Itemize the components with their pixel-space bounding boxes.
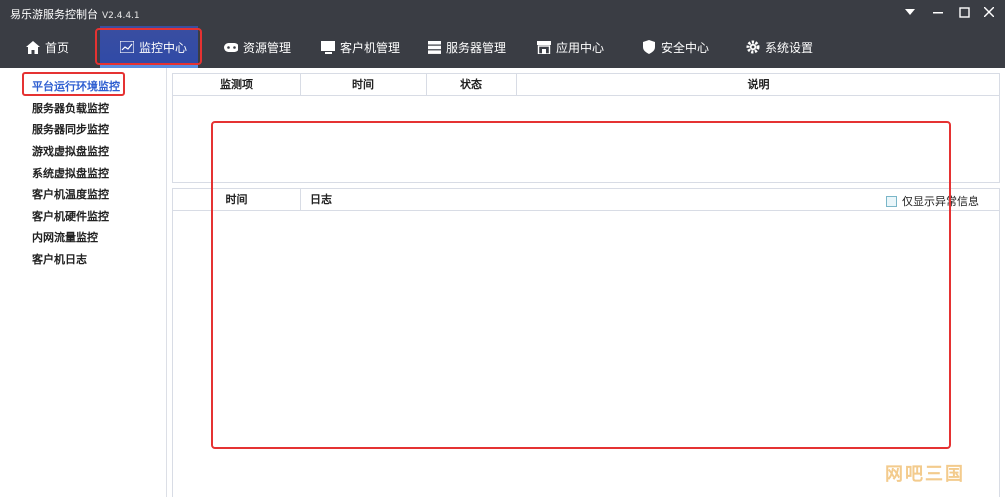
col-time[interactable]: 时间	[300, 74, 426, 96]
tab-clients[interactable]: 客户机管理	[321, 26, 400, 68]
tab-security[interactable]: 安全中心	[642, 26, 709, 68]
col-description[interactable]: 说明	[516, 74, 1001, 96]
sidebar-item-server-load[interactable]: 服务器负载监控	[32, 100, 109, 116]
tab-apps-label: 应用中心	[556, 40, 605, 55]
highlight-box-content	[211, 121, 951, 449]
home-icon	[26, 40, 40, 54]
dropdown-menu-icon[interactable]	[897, 0, 923, 24]
tab-servers[interactable]: 服务器管理	[427, 26, 506, 68]
sidebar-item-system-vdisk[interactable]: 系统虚拟盘监控	[32, 165, 109, 181]
tab-home-label: 首页	[45, 40, 70, 55]
sidebar-item-client-temp[interactable]: 客户机温度监控	[32, 186, 109, 202]
tab-apps[interactable]: 应用中心	[537, 26, 604, 68]
title-bar: 易乐游服务控制台 V2.4.4.1	[0, 0, 1005, 26]
server-icon	[427, 40, 441, 54]
app-version: V2.4.4.1	[102, 11, 140, 21]
sidebar-item-server-sync[interactable]: 服务器同步监控	[32, 121, 109, 137]
minimize-icon[interactable]	[925, 0, 951, 24]
tab-resources[interactable]: 资源管理	[224, 26, 291, 68]
tab-settings-label: 系统设置	[765, 40, 814, 55]
tab-home[interactable]: 首页	[26, 26, 69, 68]
highlight-box-sidebar	[22, 72, 125, 96]
gear-icon	[746, 40, 760, 54]
shield-icon	[642, 40, 656, 54]
col-status[interactable]: 状态	[426, 74, 516, 96]
tab-settings[interactable]: 系统设置	[746, 26, 813, 68]
tab-servers-label: 服务器管理	[446, 40, 507, 55]
gamepad-icon	[224, 40, 238, 54]
highlight-box-nav	[95, 28, 202, 65]
close-icon[interactable]	[976, 0, 1002, 24]
sidebar-item-game-vdisk[interactable]: 游戏虚拟盘监控	[32, 143, 109, 159]
tab-security-label: 安全中心	[661, 40, 710, 55]
monitor-icon	[321, 40, 335, 54]
col-monitor-item[interactable]: 监测项	[173, 74, 300, 96]
sidebar: 平台运行环境监控 服务器负载监控 服务器同步监控 游戏虚拟盘监控 系统虚拟盘监控…	[0, 68, 167, 497]
watermark-logo: 网吧三国	[885, 464, 965, 485]
sidebar-item-client-log[interactable]: 客户机日志	[32, 251, 87, 267]
store-icon	[537, 40, 551, 54]
app-window: 易乐游服务控制台 V2.4.4.1 首页 监控中心 资源管理 客户机管理 服务器…	[0, 0, 1005, 497]
monitor-table-header: 监测项 时间 状态 说明	[173, 74, 999, 96]
sidebar-item-lan-traffic[interactable]: 内网流量监控	[32, 229, 98, 245]
app-title-text: 易乐游服务控制台	[10, 8, 98, 21]
tab-clients-label: 客户机管理	[340, 40, 401, 55]
sidebar-item-client-hardware[interactable]: 客户机硬件监控	[32, 208, 109, 224]
app-title: 易乐游服务控制台 V2.4.4.1	[10, 6, 140, 22]
tab-resources-label: 资源管理	[243, 40, 292, 55]
maximize-icon[interactable]	[951, 0, 977, 24]
